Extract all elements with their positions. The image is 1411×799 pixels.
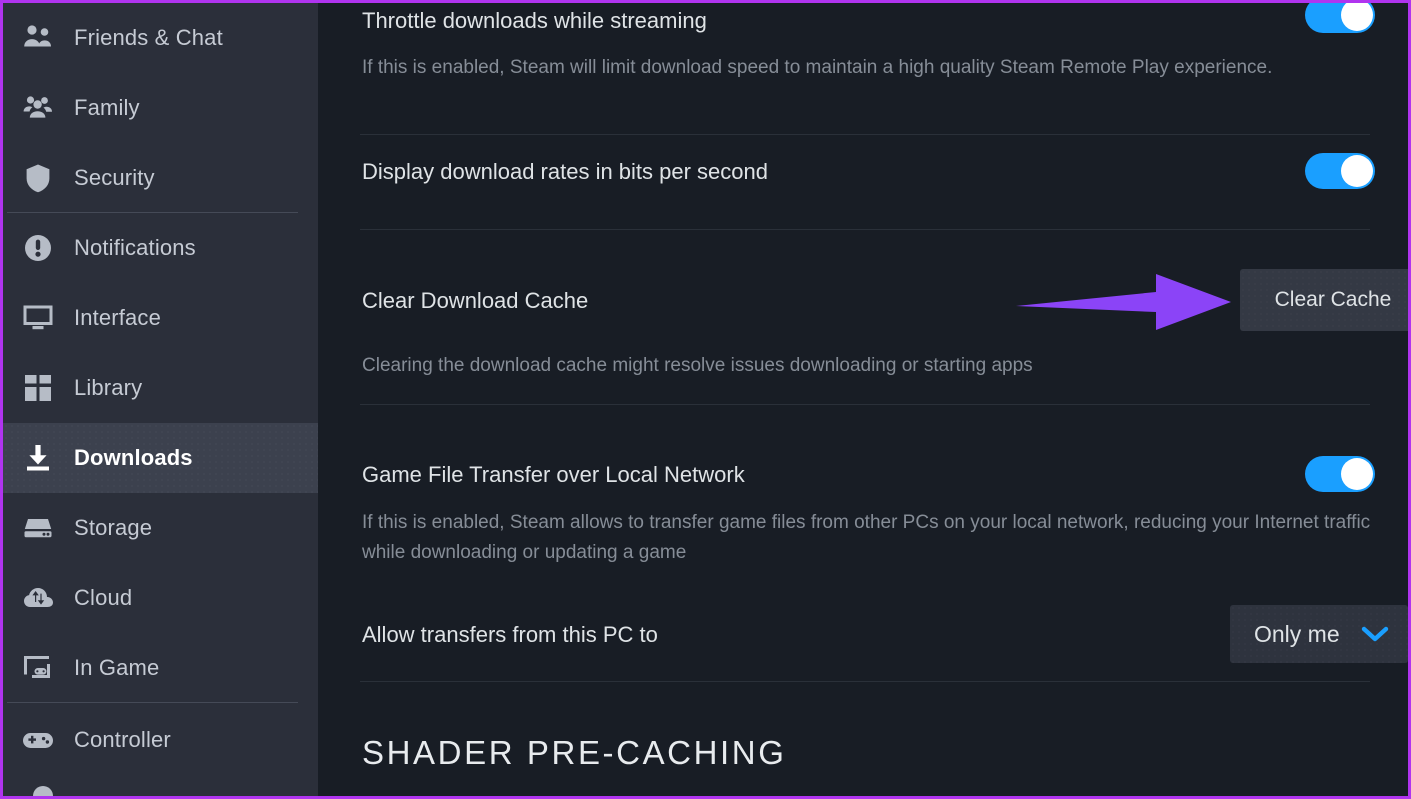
content-divider-4 (360, 681, 1370, 682)
sidebar-item-family[interactable]: Family (3, 73, 318, 143)
content-divider-1 (360, 134, 1370, 135)
setting-title-clear-download-cache: Clear Download Cache (362, 288, 589, 313)
grid-icon (16, 366, 60, 410)
clear-cache-button[interactable]: Clear Cache (1240, 269, 1408, 331)
cloud-sync-icon (16, 576, 60, 620)
allow-transfers-dropdown[interactable]: Only me (1230, 605, 1408, 663)
clear-cache-button-label: Clear Cache (1274, 288, 1392, 311)
sidebar-item-label: Cloud (74, 585, 133, 610)
sidebar-item-library[interactable]: Library (3, 353, 318, 423)
shield-icon (16, 156, 60, 200)
sidebar-item-cloud[interactable]: Cloud (3, 563, 318, 633)
drive-icon (16, 506, 60, 550)
steam-settings-window: Friends & Chat Family Security Notificat… (0, 0, 1411, 799)
content-divider-2 (360, 229, 1370, 230)
notifications-icon (16, 226, 60, 270)
sidebar-item-label: Friends & Chat (74, 25, 223, 50)
gamepad-icon (16, 718, 60, 762)
toggle-throttle-downloads[interactable] (1305, 3, 1375, 33)
family-icon (16, 86, 60, 130)
sidebar-item-notifications[interactable]: Notifications (3, 213, 318, 283)
sidebar-divider-2 (7, 702, 298, 703)
sidebar-item-label: Security (74, 165, 155, 190)
setting-desc-game-file-transfer: If this is enabled, Steam allows to tran… (362, 512, 1371, 563)
sidebar-item-storage[interactable]: Storage (3, 493, 318, 563)
sidebar-item-label: Library (74, 375, 143, 400)
toggle-game-file-transfer[interactable] (1305, 456, 1375, 492)
setting-title-throttle-downloads: Throttle downloads while streaming (362, 8, 707, 33)
sidebar-item-friends-chat[interactable]: Friends & Chat (3, 3, 318, 73)
settings-content-downloads: Throttle downloads while streaming If th… (318, 3, 1408, 796)
toggle-knob (1341, 458, 1373, 490)
sidebar-item-interface[interactable]: Interface (3, 283, 318, 353)
toggle-display-rates-bps[interactable] (1305, 153, 1375, 189)
monitor-icon (16, 296, 60, 340)
toggle-knob (1341, 155, 1373, 187)
setting-title-display-rates-bps: Display download rates in bits per secon… (362, 159, 769, 184)
sidebar-item-in-game[interactable]: In Game (3, 633, 318, 703)
setting-desc-throttle-downloads: If this is enabled, Steam will limit dow… (362, 57, 1273, 78)
sidebar-item-label: Downloads (74, 445, 193, 470)
toggle-knob (1341, 3, 1373, 31)
friends-icon (16, 16, 60, 60)
setting-title-game-file-transfer: Game File Transfer over Local Network (362, 462, 745, 487)
download-icon (16, 436, 60, 480)
settings-sidebar: Friends & Chat Family Security Notificat… (3, 3, 318, 796)
content-divider-3 (360, 404, 1370, 405)
in-game-icon (16, 646, 60, 690)
sidebar-item-label: Family (74, 95, 140, 120)
section-heading-shader-pre-caching: SHADER PRE-CACHING (362, 734, 787, 771)
sidebar-item-security[interactable]: Security (3, 143, 318, 213)
chevron-down-icon (1360, 624, 1390, 644)
sidebar-item-downloads[interactable]: Downloads (3, 423, 318, 493)
sidebar-item-label: Interface (74, 305, 161, 330)
sidebar-item-partial-next[interactable] (30, 782, 56, 796)
sidebar-item-controller[interactable]: Controller (3, 705, 318, 775)
allow-transfers-dropdown-value: Only me (1254, 620, 1340, 647)
sidebar-item-label: Storage (74, 515, 153, 540)
sidebar-item-label: In Game (74, 655, 160, 680)
sidebar-item-label: Controller (74, 727, 171, 752)
circle-icon (33, 786, 53, 796)
setting-title-allow-transfers: Allow transfers from this PC to (362, 622, 658, 647)
sidebar-item-label: Notifications (74, 235, 196, 260)
setting-desc-clear-download-cache: Clearing the download cache might resolv… (362, 355, 1033, 376)
